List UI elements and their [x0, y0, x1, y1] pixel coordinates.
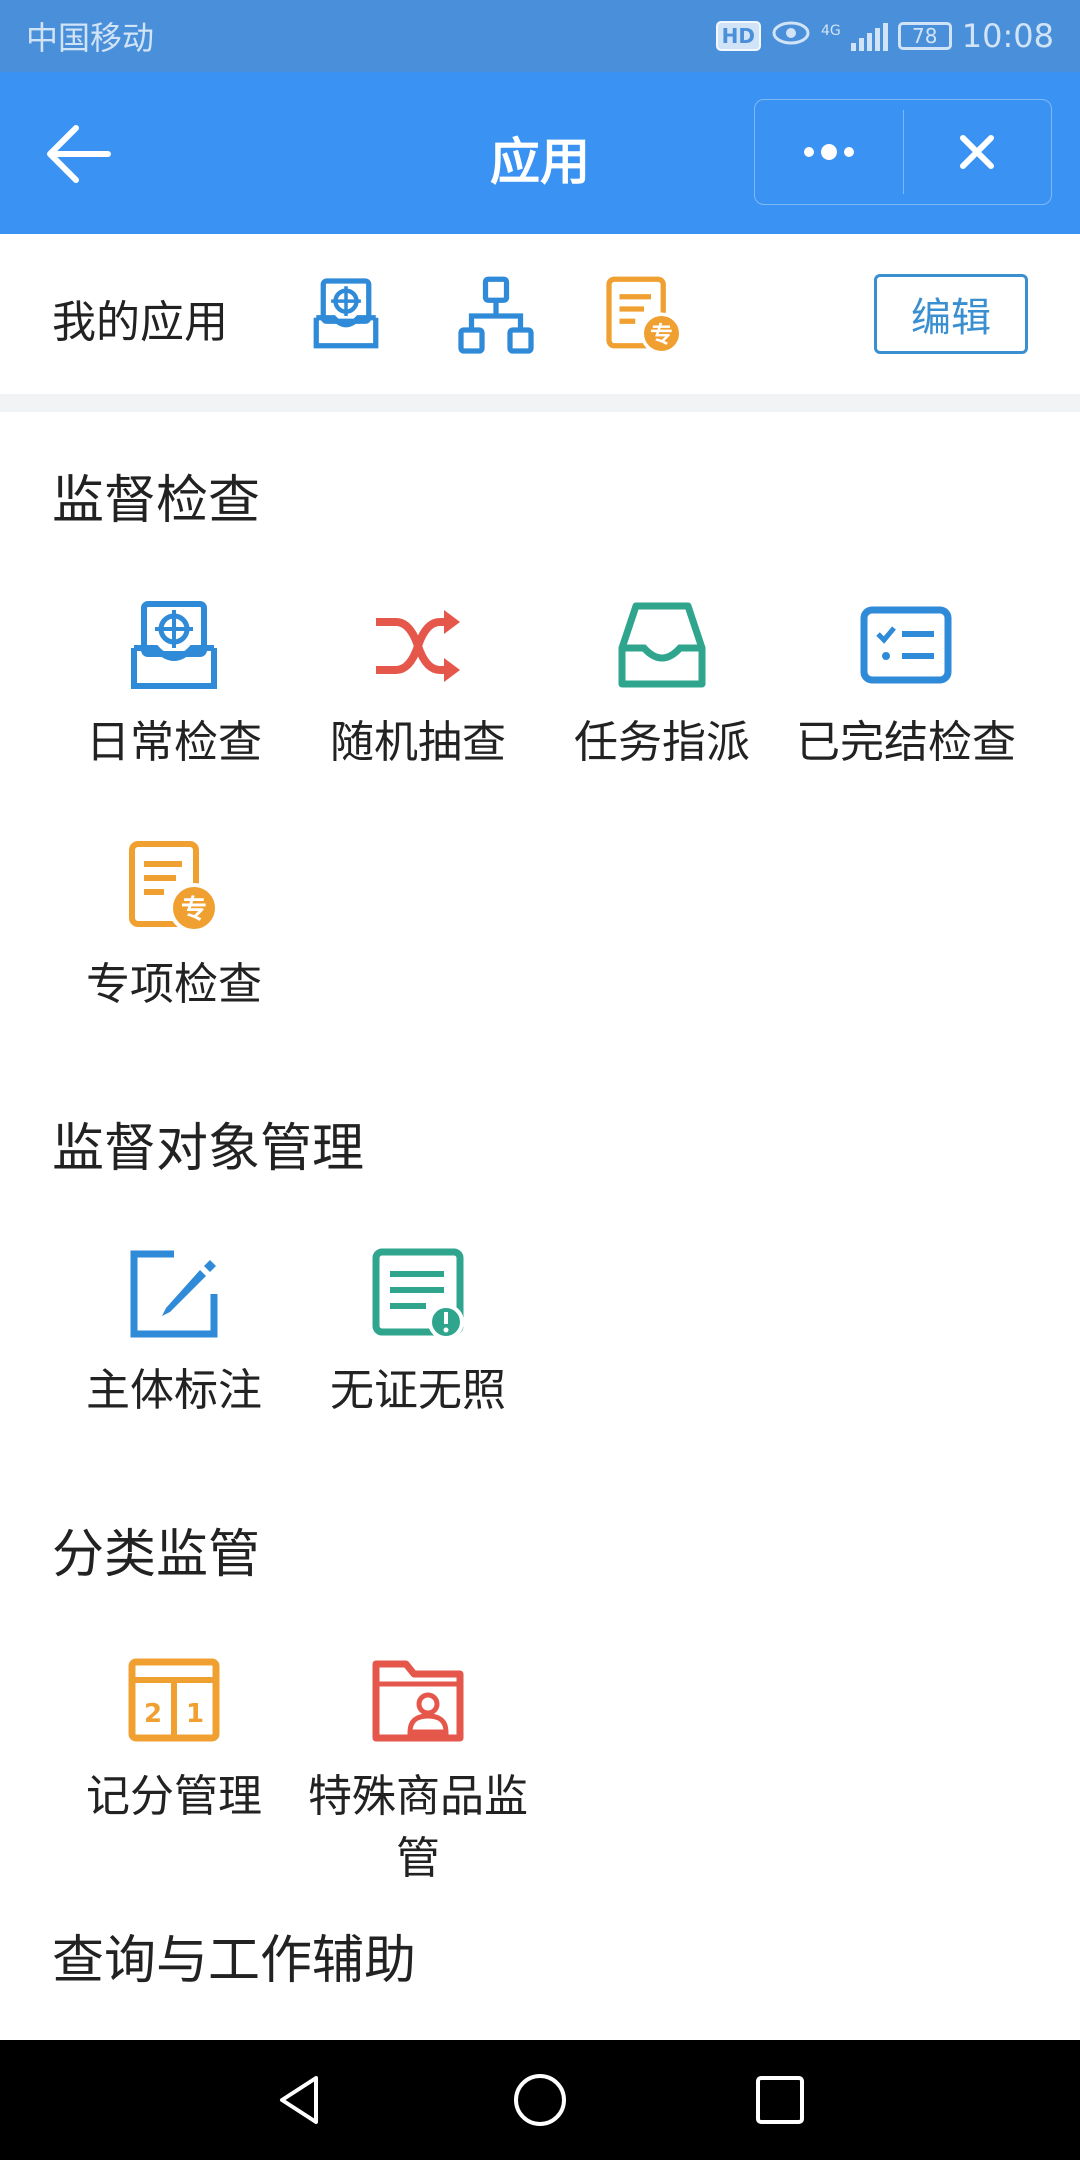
special-doc-icon: 专 — [606, 276, 683, 355]
square-recents-icon — [756, 2076, 804, 2124]
eye-icon — [771, 17, 811, 55]
section-divider — [0, 394, 1080, 412]
target-inbox-icon — [313, 278, 379, 349]
hd-icon: HD — [715, 21, 762, 51]
app-label: 无证无照 — [330, 1365, 506, 1416]
my-app-special-inspection[interactable]: 专 — [602, 274, 686, 358]
my-app-org-chart[interactable] — [454, 274, 538, 358]
folder-user-icon — [372, 1660, 464, 1742]
my-apps-label: 我的应用 — [52, 297, 228, 348]
app-label: 日常检查 — [86, 717, 262, 768]
edit-button[interactable]: 编辑 — [874, 274, 1028, 354]
app-label: 记分管理 — [86, 1771, 262, 1822]
doc-alert-icon — [372, 1248, 464, 1340]
section-title-supervision: 监督检查 — [52, 471, 261, 531]
circle-home-icon — [514, 2074, 566, 2126]
close-button[interactable] — [904, 100, 1052, 204]
close-icon — [960, 135, 995, 169]
app-completed-inspection[interactable]: 已完结检查 — [784, 598, 1028, 774]
more-button[interactable] — [755, 100, 903, 204]
app-special-inspection[interactable]: 专 专项检查 — [52, 840, 296, 1016]
carrier-name: 中国移动 — [26, 19, 155, 57]
battery-level: 78 — [912, 24, 938, 48]
special-doc-icon: 专 — [129, 841, 219, 933]
triangle-back-icon — [280, 2076, 318, 2124]
app-daily-inspection[interactable]: 日常检查 — [52, 598, 296, 774]
special-glyph: 专 — [650, 321, 673, 348]
nav-back-button[interactable] — [270, 2070, 330, 2130]
score-board-icon: 2 1 — [128, 1658, 220, 1742]
target-inbox-icon — [131, 601, 217, 689]
status-bar: 中国移动 HD 4G 78 10:08 — [0, 0, 1080, 72]
signal-icon — [850, 21, 888, 51]
title-bar: 应用 — [0, 72, 1080, 234]
app-task-assign[interactable]: 任务指派 — [540, 598, 784, 774]
app-score-management[interactable]: 2 1 记分管理 — [52, 1652, 296, 1828]
more-dots-icon — [803, 144, 854, 160]
org-chart-icon — [458, 276, 534, 354]
system-nav-bar — [0, 2040, 1080, 2160]
section-title-classified-supervision: 分类监管 — [52, 1525, 261, 1585]
inbox-tray-icon — [618, 602, 706, 688]
app-special-goods[interactable]: 特殊商品监管 — [296, 1652, 540, 1890]
app-subject-marking[interactable]: 主体标注 — [52, 1246, 296, 1422]
shuffle-icon — [376, 610, 460, 682]
status-indicators: HD 4G 78 10:08 — [715, 17, 1054, 55]
nav-recents-button[interactable] — [750, 2070, 810, 2130]
checklist-icon — [860, 606, 952, 684]
app-label: 主体标注 — [86, 1365, 262, 1416]
app-label: 已完结检查 — [796, 717, 1016, 768]
section-title-object-management: 监督对象管理 — [52, 1119, 365, 1179]
section-title-query-assist: 查询与工作辅助 — [52, 1931, 417, 1991]
battery-icon: 78 — [897, 22, 952, 50]
mini-program-capsule — [754, 99, 1052, 205]
app-label: 特殊商品监管 — [308, 1771, 528, 1884]
special-glyph: 专 — [181, 895, 207, 925]
network-type: 4G — [821, 23, 841, 39]
score-left-digit: 2 — [144, 1699, 162, 1729]
app-random-check[interactable]: 随机抽查 — [296, 598, 540, 774]
app-unlicensed[interactable]: 无证无照 — [296, 1246, 540, 1422]
my-apps-bar: 我的应用 专 编辑 — [0, 234, 1080, 394]
nav-home-button[interactable] — [510, 2070, 570, 2130]
app-label: 随机抽查 — [330, 717, 506, 768]
clock-time: 10:08 — [961, 17, 1054, 55]
score-right-digit: 1 — [186, 1699, 204, 1729]
edit-pencil-icon — [130, 1250, 218, 1338]
app-label: 任务指派 — [574, 717, 750, 768]
my-app-daily-inspection[interactable] — [304, 274, 388, 358]
app-label: 专项检查 — [86, 959, 262, 1010]
